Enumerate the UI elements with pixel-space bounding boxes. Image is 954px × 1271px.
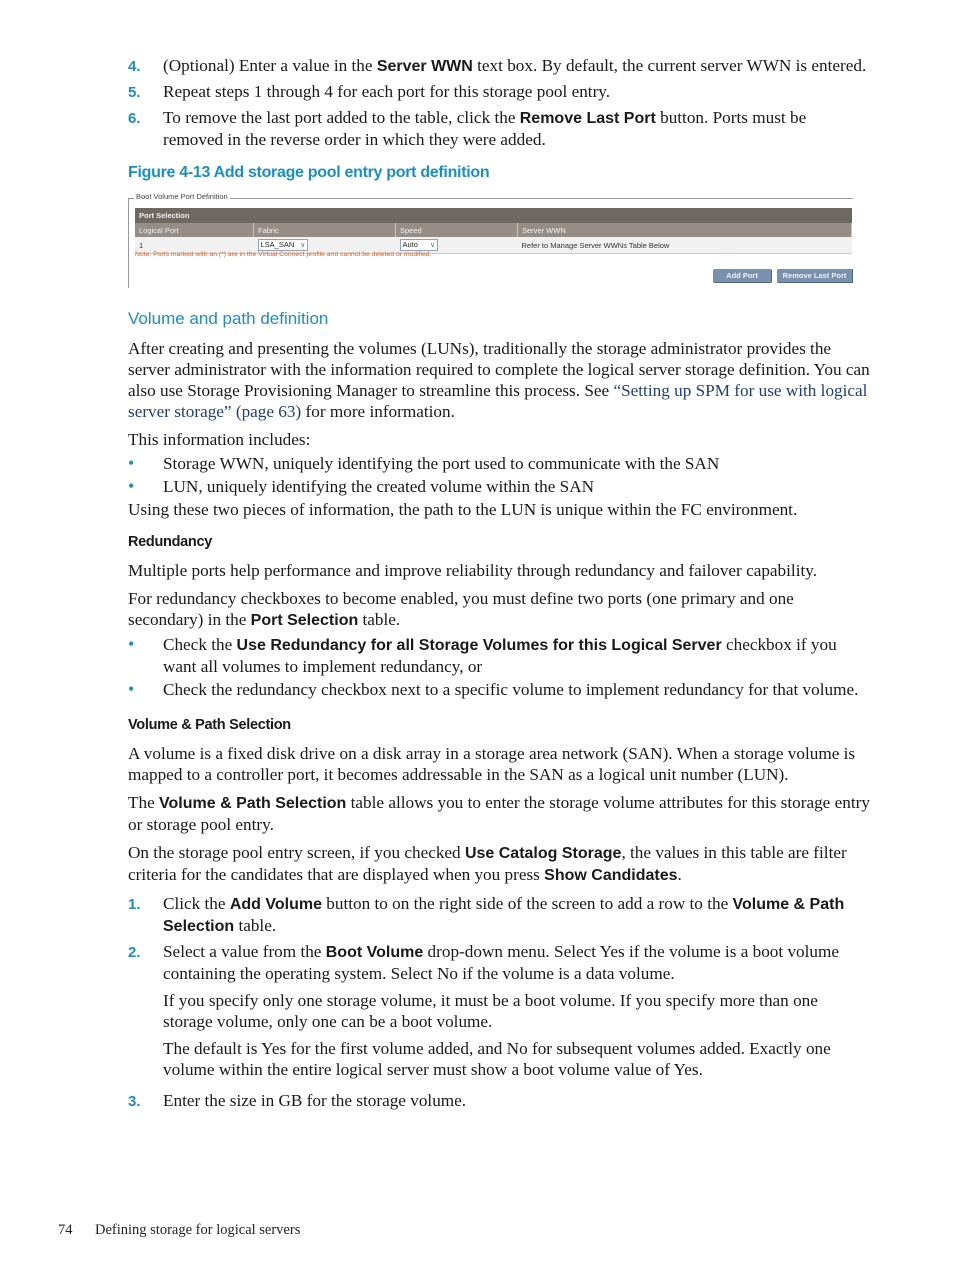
column-header: Logical Port [135,223,254,237]
step-item: 1. Click the Add Volume button to on the… [128,893,870,937]
paragraph: A volume is a fixed disk drive on a disk… [128,744,856,784]
server-wwn-cell: Refer to Manage Server WWNs Table Below [517,237,852,254]
subsection-heading: Redundancy [128,534,213,550]
step-detail: If you specify only one storage volume, … [163,991,818,1031]
chevron-down-icon: ∨ [300,242,306,249]
list-item-text: LUN, uniquely identifying the created vo… [163,477,595,496]
step-item: 5. Repeat steps 1 through 4 for each por… [128,81,870,103]
list-item: • LUN, uniquely identifying the created v… [128,476,870,497]
port-definition-figure: Boot Volume Port Definition Port Selecti… [128,192,853,288]
fieldset-legend: Boot Volume Port Definition [134,192,230,201]
step-item: 4. (Optional) Enter a value in the Serve… [128,55,870,77]
page-number: 74 [58,1222,73,1238]
list-item-text: Check the [163,635,237,654]
paragraph: The Volume & Path Selection table allows… [128,792,870,835]
subsection-heading: Volume & Path Selection [128,717,291,733]
step-text: Click the [163,894,230,913]
step-detail: The default is Yes for the first volume … [163,1039,831,1079]
ui-term: Boot Volume [325,944,424,961]
port-selection-table: Port Selection Logical Port Fabric Speed… [135,208,852,254]
ui-term: Server WWN [376,58,473,75]
ui-term: Use Redundancy for all Storage Volumes f… [236,637,722,654]
section-heading: Volume and path definition [128,309,329,328]
step-number: 6. [128,110,141,127]
step-number: 4. [128,58,141,75]
paragraph: On the storage pool entry screen, if you… [128,842,870,886]
ui-term: Remove Last Port [519,110,656,127]
page-content: 4. (Optional) Enter a value in the Serve… [128,55,870,1116]
ui-term: Use Catalog Storage [464,845,622,862]
paragraph-text: For redundancy checkboxes to become enab… [128,589,794,629]
steps-top: 4. (Optional) Enter a value in the Serve… [128,55,870,150]
speed-value: Auto [402,240,418,249]
table-header-row: Logical Port Fabric Speed Server WWN [135,223,852,237]
page-footer: 74 Defining storage for logical servers [58,1222,300,1239]
paragraph-text: table. [358,610,401,629]
speed-select[interactable]: Auto ∨ [399,239,439,251]
paragraph-text: . [677,865,682,884]
step-text: table. [234,916,277,935]
paragraph: This information includes: [128,430,311,449]
ui-term: Volume & Path Selection [159,795,347,812]
step-text: Enter the size in GB for the storage vol… [163,1091,467,1110]
figure-caption: Figure 4-13 Add storage pool entry port … [128,164,490,181]
step-number: 3. [128,1093,141,1110]
paragraph-text: for more information. [301,402,455,421]
paragraph-text: On the storage pool entry screen, if you… [128,843,465,862]
list-item: • Check the redundancy checkbox next to a… [128,679,870,700]
step-text: (Optional) Enter a value in the [163,56,377,75]
ui-term: Show Candidates [544,867,678,884]
bullet-icon: • [128,453,135,473]
paragraph-text: The [128,793,160,812]
add-port-button[interactable]: Add Port [713,269,772,283]
fabric-value: LSA_SAN [260,240,295,249]
fabric-select[interactable]: LSA_SAN ∨ [257,239,309,251]
step-number: 2. [128,944,141,961]
ui-term: Add Volume [229,896,322,913]
list-item: • Storage WWN, uniquely identifying the p… [128,453,870,474]
ports-note: Note: Ports marked with an (*) are in th… [135,251,432,258]
column-header: Fabric [253,223,396,237]
step-text: Select a value from the [163,942,326,961]
paragraph: Multiple ports help performance and impr… [128,561,818,580]
column-header: Speed [395,223,518,237]
bullet-icon: • [128,634,135,654]
chevron-down-icon: ∨ [429,242,436,249]
step-text: Repeat steps 1 through 4 for each port f… [163,82,611,101]
step-number: 5. [128,84,141,101]
step-text: button to on the right side of the scree… [322,894,733,913]
paragraph: Using these two pieces of information, t… [128,500,798,519]
step-item: 3. Enter the size in GB for the storage … [128,1090,870,1112]
column-header: Server WWN [517,223,852,237]
step-item: 6. To remove the last port added to the … [128,107,870,150]
bullet-icon: • [128,476,135,496]
step-number: 1. [128,896,141,913]
bullet-icon: • [128,679,135,699]
step-item: 2. Select a value from the Boot Volume d… [128,941,870,984]
list-item-text: Storage WWN, uniquely identifying the po… [163,454,720,473]
ui-term: Port Selection [250,612,359,629]
list-item: • Check the Use Redundancy for all Storag… [128,634,870,677]
paragraph: After creating and presenting the volume… [128,338,870,422]
chapter-title: Defining storage for logical servers [95,1222,301,1238]
step-text: To remove the last port added to the tab… [163,108,520,127]
list-item-text: Check the redundancy checkbox next to a … [163,680,859,699]
paragraph: For redundancy checkboxes to become enab… [128,588,870,631]
remove-last-port-button[interactable]: Remove Last Port [777,269,853,283]
table-title: Port Selection [135,208,852,223]
step-text: text box. By default, the current server… [472,56,867,75]
